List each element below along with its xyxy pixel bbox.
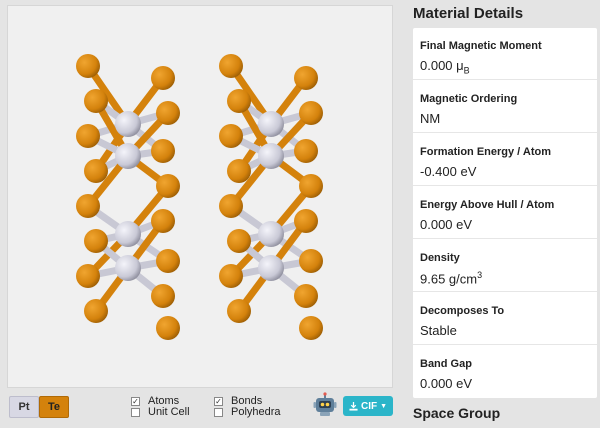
detail-row-density: Density 9.65 g/cm3 <box>413 240 597 292</box>
detail-row-magnetic-moment: Final Magnetic Moment 0.000 μB <box>413 28 597 80</box>
polyhedra-checkbox[interactable]: Polyhedra <box>214 406 281 418</box>
te-atom[interactable] <box>156 316 180 340</box>
detail-label: Final Magnetic Moment <box>420 40 542 52</box>
checkbox-unchecked-icon[interactable] <box>214 407 223 417</box>
detail-row-decomposes-to: Decomposes To Stable <box>413 293 597 345</box>
te-atom[interactable] <box>294 66 318 90</box>
detail-label: Energy Above Hull / Atom <box>420 199 555 211</box>
pt-atom[interactable] <box>258 111 284 137</box>
checkbox-unchecked-icon[interactable] <box>131 407 140 417</box>
pt-atom[interactable] <box>115 143 141 169</box>
pt-atom[interactable] <box>258 221 284 247</box>
te-atom[interactable] <box>299 316 323 340</box>
checkbox-checked-icon[interactable]: ✓ <box>131 396 140 406</box>
te-atom[interactable] <box>227 159 251 183</box>
te-atom[interactable] <box>156 101 180 125</box>
detail-value: 0.000 eV <box>420 376 473 391</box>
checkbox-checked-icon[interactable]: ✓ <box>214 396 223 406</box>
detail-label: Decomposes To <box>420 305 505 317</box>
download-cif-button[interactable]: CIF ▼ <box>343 396 393 416</box>
robot-icon[interactable] <box>313 392 337 418</box>
material-details-card: Final Magnetic Moment 0.000 μB Magnetic … <box>413 28 597 398</box>
download-icon <box>349 401 358 411</box>
detail-row-energy-above-hull: Energy Above Hull / Atom 0.000 eV <box>413 187 597 239</box>
polyhedra-label: Polyhedra <box>231 406 281 418</box>
cif-label: CIF <box>360 400 378 412</box>
element-pt-button[interactable]: Pt <box>9 396 39 418</box>
detail-label: Density <box>420 252 460 264</box>
te-atom[interactable] <box>84 229 108 253</box>
element-te-button[interactable]: Te <box>39 396 69 418</box>
pt-atom[interactable] <box>258 143 284 169</box>
pt-atom[interactable] <box>258 255 284 281</box>
space-group-title: Space Group <box>413 405 501 421</box>
structure-viewer[interactable] <box>7 5 393 388</box>
detail-label: Magnetic Ordering <box>420 93 518 105</box>
te-atom[interactable] <box>151 66 175 90</box>
pt-atom[interactable] <box>115 111 141 137</box>
te-atom[interactable] <box>76 54 100 78</box>
te-atom[interactable] <box>151 139 175 163</box>
caret-down-icon: ▼ <box>380 402 388 410</box>
te-atom[interactable] <box>299 174 323 198</box>
te-atom[interactable] <box>156 174 180 198</box>
pt-atom[interactable] <box>115 255 141 281</box>
crystal-structure-canvas[interactable] <box>8 6 394 389</box>
te-atom[interactable] <box>227 299 251 323</box>
detail-value: 0.000 eV <box>420 217 473 232</box>
te-atom[interactable] <box>76 264 100 288</box>
te-atom[interactable] <box>294 139 318 163</box>
detail-value: NM <box>420 111 441 126</box>
pt-atom[interactable] <box>115 221 141 247</box>
te-atom[interactable] <box>219 194 243 218</box>
detail-value: Stable <box>420 323 457 338</box>
te-atom[interactable] <box>219 264 243 288</box>
material-details-title: Material Details <box>413 5 524 22</box>
viewer-controls: Pt Te ✓ Atoms Unit Cell ✓ Bonds Polyhedr… <box>7 390 393 424</box>
detail-row-magnetic-ordering: Magnetic Ordering NM <box>413 81 597 133</box>
te-atom[interactable] <box>219 54 243 78</box>
te-atom[interactable] <box>227 229 251 253</box>
detail-row-band-gap: Band Gap 0.000 eV <box>413 346 597 398</box>
detail-row-formation-energy: Formation Energy / Atom -0.400 eV <box>413 134 597 186</box>
te-atom[interactable] <box>294 209 318 233</box>
detail-value: 9.65 g/cm3 <box>420 270 483 287</box>
detail-value: -0.400 eV <box>420 164 477 179</box>
detail-value: 0.000 μB <box>420 58 470 76</box>
te-atom[interactable] <box>219 124 243 148</box>
te-atom[interactable] <box>151 284 175 308</box>
te-atom[interactable] <box>299 101 323 125</box>
te-atom[interactable] <box>294 284 318 308</box>
unit-cell-checkbox[interactable]: Unit Cell <box>131 406 190 418</box>
detail-label: Formation Energy / Atom <box>420 146 551 158</box>
te-atom[interactable] <box>84 299 108 323</box>
te-atom[interactable] <box>76 194 100 218</box>
te-atom[interactable] <box>227 89 251 113</box>
detail-label: Band Gap <box>420 358 472 370</box>
te-atom[interactable] <box>151 209 175 233</box>
te-atom[interactable] <box>84 159 108 183</box>
te-atom[interactable] <box>156 249 180 273</box>
te-atom[interactable] <box>84 89 108 113</box>
te-atom[interactable] <box>76 124 100 148</box>
te-atom[interactable] <box>299 249 323 273</box>
unit-cell-label: Unit Cell <box>148 406 190 418</box>
